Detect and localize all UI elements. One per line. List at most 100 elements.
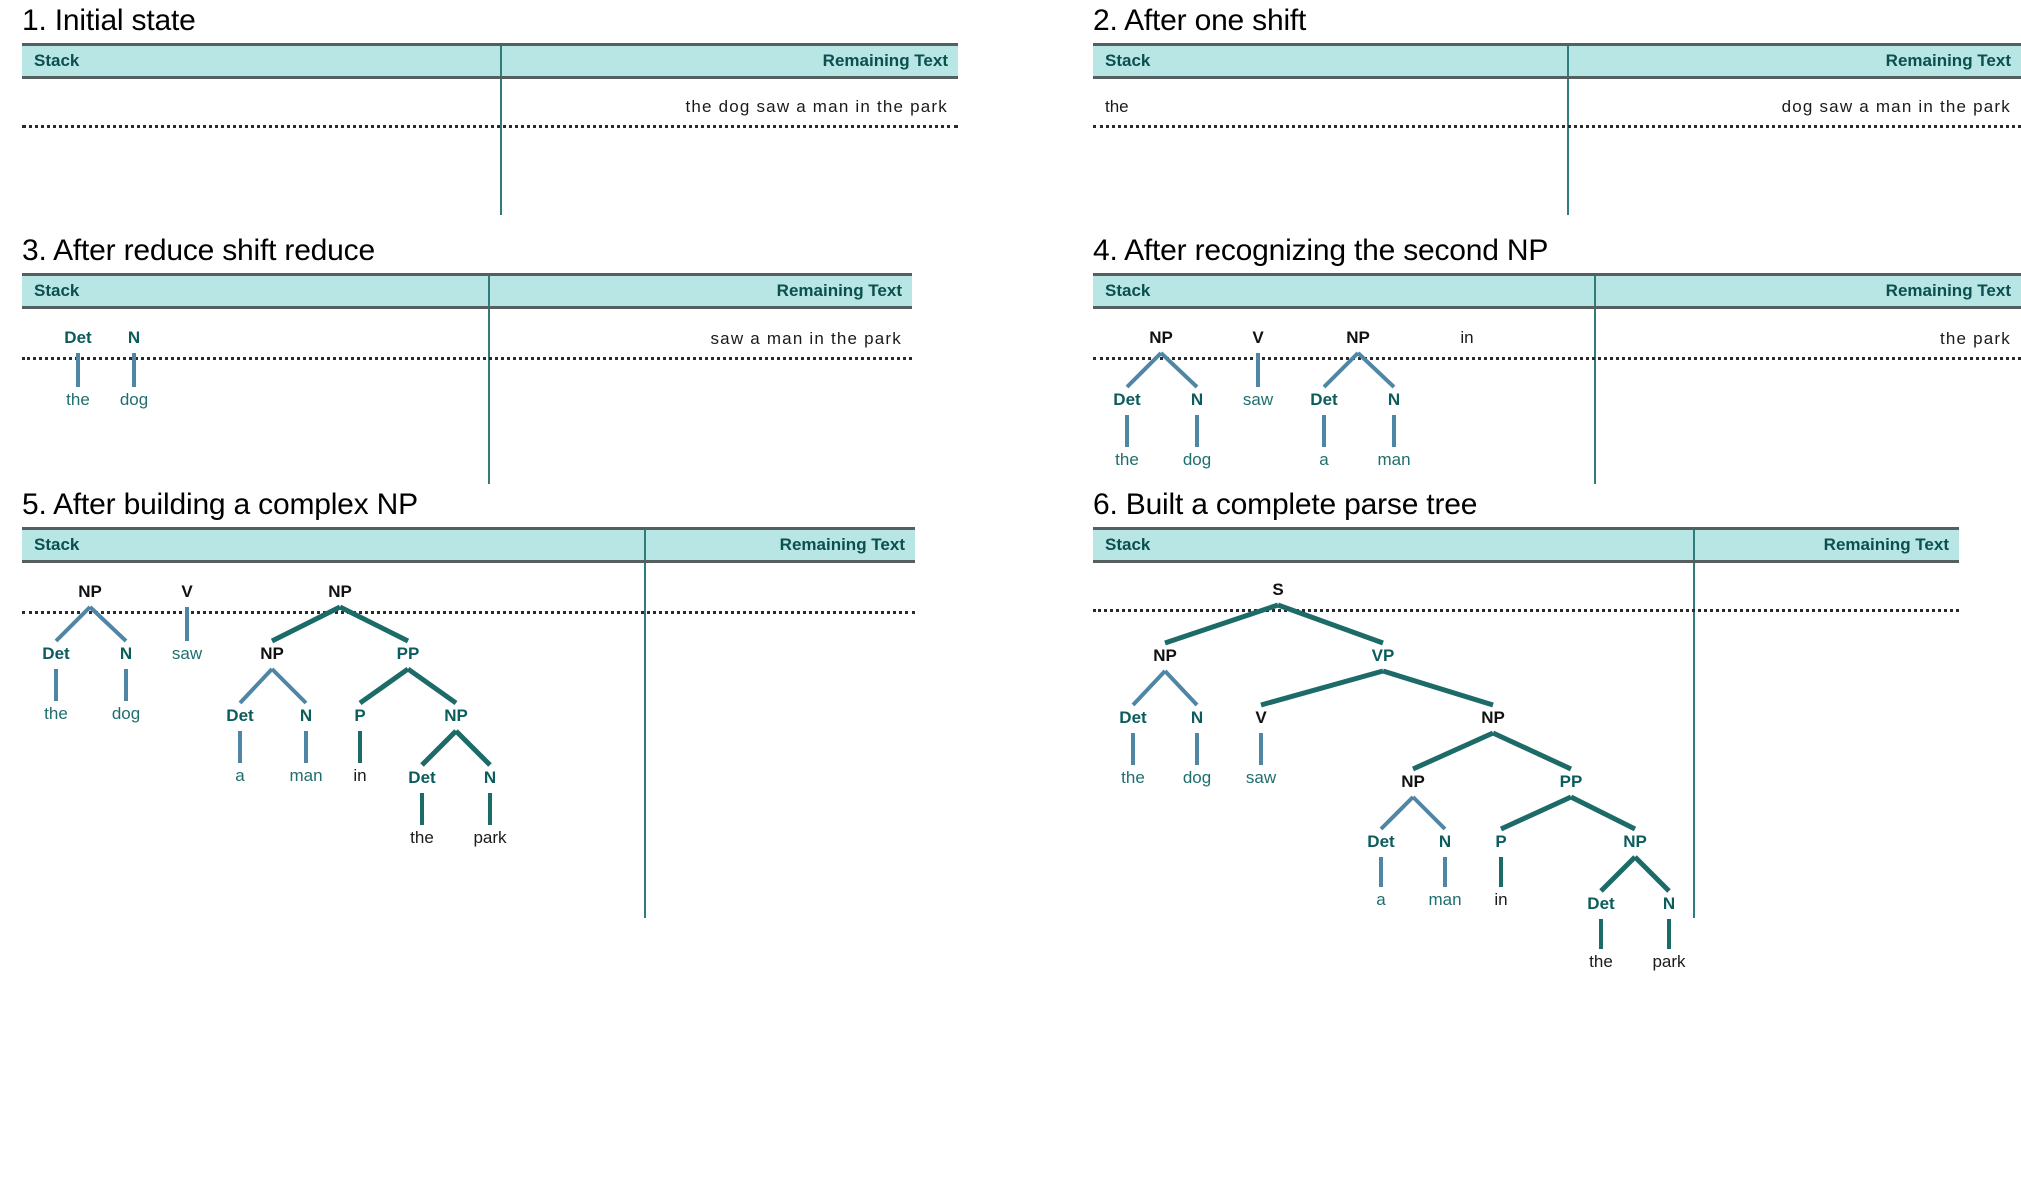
tree-node-n: N: [120, 644, 132, 663]
tree-leaf-the: the: [1589, 952, 1613, 971]
column-header-stack: Stack: [1105, 535, 1151, 554]
column-header-stack: Stack: [1105, 51, 1151, 70]
tree-node-det: Det: [1113, 390, 1141, 409]
stack-parse-forest: NP Det N the dog V saw NP Det N a man in: [1113, 328, 1473, 469]
table-body: the dog saw a man in the park: [22, 79, 958, 215]
column-header-remaining-text: Remaining Text: [500, 46, 958, 76]
column-header-remaining-text: Remaining Text: [488, 276, 912, 306]
column-header-remaining-text: Remaining Text: [1567, 46, 2021, 76]
tree-node-np: NP: [1401, 772, 1425, 791]
tree-leaf-park: park: [1652, 952, 1686, 971]
stack-baseline: [22, 125, 958, 128]
tree-node-det: Det: [1310, 390, 1338, 409]
stack-text-value: the: [1105, 97, 1129, 116]
column-divider: [1567, 79, 1569, 215]
panel-complex-np: 5. After building a complex NP Stack Rem…: [22, 490, 915, 918]
column-header-stack: Stack: [34, 535, 80, 554]
stack-baseline: [1093, 125, 2021, 128]
tree-node-v: V: [1255, 708, 1267, 727]
panel-title: 6. Built a complete parse tree: [1093, 488, 1478, 521]
tree-node-det: Det: [64, 328, 92, 347]
stack-parse-forest: S NP Det N the dog VP V saw NP NP Det N …: [1119, 580, 1686, 971]
tree-node-det: Det: [1367, 832, 1395, 851]
table-header-row: Stack Remaining Text: [1093, 46, 2021, 79]
panel-complete-parse-tree: 6. Built a complete parse tree Stack Rem…: [1093, 488, 1959, 971]
panel-after-one-shift: 2. After one shift Stack Remaining Text …: [1093, 6, 2021, 215]
panel-title: 5. After building a complex NP: [22, 488, 418, 521]
stack-parse-forest: NP Det N the dog V saw NP NP PP Det N a …: [42, 582, 507, 847]
tree-node-det: Det: [1119, 708, 1147, 727]
panel-after-reduce-shift-reduce: 3. After reduce shift reduce Stack Remai…: [22, 236, 912, 484]
table-header-row: Stack Remaining Text: [1093, 276, 2021, 309]
tree-leaf-man: man: [1377, 450, 1410, 469]
tree-leaf-a: a: [235, 766, 245, 785]
table-header-row: Stack Remaining Text: [22, 46, 958, 79]
panel-title: 4. After recognizing the second NP: [1093, 234, 1549, 267]
tree-node-n: N: [1191, 390, 1203, 409]
state-table: Stack Remaining Text S NP Det N the dog …: [1093, 527, 1959, 971]
column-divider: [500, 79, 502, 215]
tree-node-np: NP: [1481, 708, 1505, 727]
column-header-remaining-text: Remaining Text: [1594, 276, 2021, 306]
panel-initial-state: 1. Initial state Stack Remaining Text th…: [22, 6, 958, 215]
panel-title: 3. After reduce shift reduce: [22, 234, 375, 267]
state-table: Stack Remaining Text the dog saw a man i…: [22, 43, 958, 215]
tree-node-det: Det: [1587, 894, 1615, 913]
state-table: Stack Remaining Text saw a man in the pa…: [22, 273, 912, 484]
tree-node-v: V: [181, 582, 193, 601]
tree-node-n: N: [128, 328, 140, 347]
table-body: dog saw a man in the park the: [1093, 79, 2021, 215]
panel-after-second-np: 4. After recognizing the second NP Stack…: [1093, 236, 2021, 484]
tree-leaf-the: the: [1121, 768, 1145, 787]
remaining-text-value: the dog saw a man in the park: [685, 97, 948, 116]
tree-node-vp: VP: [1372, 646, 1395, 665]
table-body: the park NP Det N the dog V saw NP Det N…: [1093, 309, 2021, 484]
table-header-row: Stack Remaining Text: [22, 276, 912, 309]
tree-leaf-the: the: [1115, 450, 1139, 469]
tree-leaf-dog: dog: [112, 704, 140, 723]
tree-leaf-a: a: [1376, 890, 1386, 909]
tree-node-n: N: [1191, 708, 1203, 727]
tree-node-np: NP: [1149, 328, 1173, 347]
tree-node-n: N: [1663, 894, 1675, 913]
table-header-row: Stack Remaining Text: [22, 530, 915, 563]
panel-title: 2. After one shift: [1093, 4, 1307, 37]
column-header-stack: Stack: [34, 281, 80, 300]
stack-parse-forest: Det the N dog: [64, 328, 148, 409]
table-header-row: Stack Remaining Text: [1093, 530, 1959, 563]
tree-node-pp: PP: [397, 644, 420, 663]
column-header-stack: Stack: [34, 51, 80, 70]
tree-leaf-the: the: [66, 390, 90, 409]
tree-leaf-dog: dog: [1183, 768, 1211, 787]
tree-node-s: S: [1272, 580, 1283, 599]
table-body: NP Det N the dog V saw NP NP PP Det N a …: [22, 563, 915, 918]
remaining-text-value: saw a man in the park: [710, 329, 902, 348]
tree-node-np: NP: [1153, 646, 1177, 665]
tree-leaf-saw: saw: [172, 644, 203, 663]
remaining-text-value: the park: [1939, 329, 2011, 348]
tree-node-det: Det: [408, 768, 436, 787]
tree-leaf-park: park: [473, 828, 507, 847]
tree-node-n: N: [1439, 832, 1451, 851]
state-table: Stack Remaining Text the park NP Det N t…: [1093, 273, 2021, 484]
tree-node-np: NP: [260, 644, 284, 663]
tree-node-pp: PP: [1560, 772, 1583, 791]
tree-leaf-man: man: [1428, 890, 1461, 909]
state-table: Stack Remaining Text NP Det N the dog V: [22, 527, 915, 918]
tree-node-p: P: [1495, 832, 1506, 851]
tree-node-np: NP: [1623, 832, 1647, 851]
tree-node-n: N: [484, 768, 496, 787]
column-header-stack: Stack: [1105, 281, 1151, 300]
tree-leaf-man: man: [289, 766, 322, 785]
tree-leaf-in: in: [1494, 890, 1507, 909]
tree-node-np: NP: [78, 582, 102, 601]
tree-node-p: P: [354, 706, 365, 725]
state-table: Stack Remaining Text dog saw a man in th…: [1093, 43, 2021, 215]
tree-leaf-a: a: [1319, 450, 1329, 469]
tree-node-det: Det: [226, 706, 254, 725]
tree-leaf-in: in: [353, 766, 366, 785]
tree-leaf-dog: dog: [1183, 450, 1211, 469]
panel-title: 1. Initial state: [22, 4, 196, 37]
tree-node-np: NP: [1346, 328, 1370, 347]
column-header-remaining-text: Remaining Text: [1693, 530, 1959, 560]
